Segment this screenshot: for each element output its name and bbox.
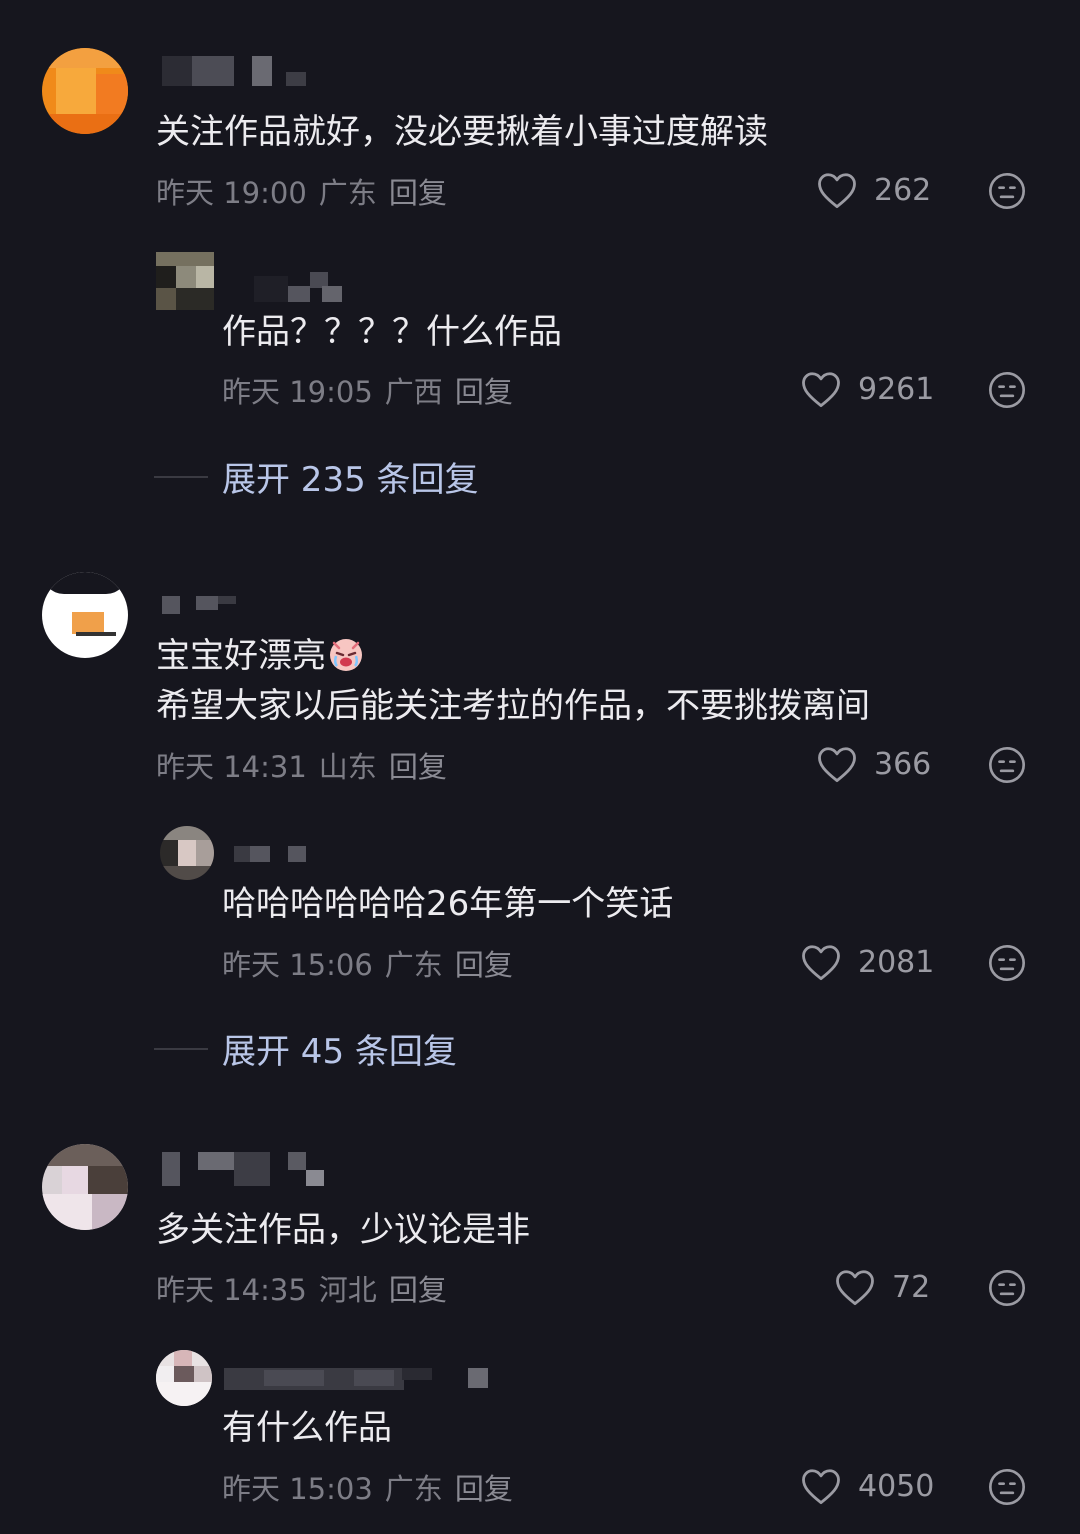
- like-button[interactable]: 2081: [800, 940, 934, 984]
- like-count: 2081: [858, 944, 935, 980]
- like-count: 4050: [858, 1468, 935, 1504]
- comment-text: 多关注作品，少议论是非: [156, 1210, 530, 1250]
- divider: [154, 1047, 208, 1050]
- reply-location: 广东: [384, 1472, 443, 1506]
- reply-avatar[interactable]: [156, 252, 214, 310]
- comment-text-line1: 宝宝好漂亮: [156, 636, 326, 676]
- comment-location: 山东: [318, 750, 377, 784]
- username-redacted[interactable]: [162, 56, 312, 92]
- avatar[interactable]: [42, 1144, 128, 1230]
- avatar[interactable]: [42, 48, 128, 134]
- reply-text: 作品？？？？什么作品: [222, 312, 562, 352]
- reply-text: 有什么作品: [222, 1408, 392, 1448]
- meh-face-icon[interactable]: [987, 1268, 1027, 1308]
- like-count: 262: [874, 172, 932, 208]
- reply-time: 昨天 19:05: [222, 375, 373, 409]
- like-count: 366: [874, 746, 932, 782]
- comment-time: 昨天 14:35: [156, 1273, 307, 1307]
- reply-time: 昨天 15:06: [222, 948, 373, 982]
- reply-meta: 昨天 15:03 广东 回复: [222, 1466, 525, 1508]
- like-button[interactable]: 4050: [800, 1464, 934, 1508]
- reply-button[interactable]: 回复: [455, 1472, 513, 1506]
- reply-time: 昨天 15:03: [222, 1472, 373, 1506]
- like-count: 72: [892, 1269, 931, 1305]
- reply-button[interactable]: 回复: [455, 948, 513, 982]
- reply-avatar[interactable]: [156, 1350, 212, 1406]
- divider: [154, 475, 208, 478]
- expand-replies-button[interactable]: 展开 235 条回复: [154, 452, 479, 501]
- reply-text: 哈哈哈哈哈哈26年第一个笑话: [222, 884, 674, 924]
- crying-face-emoji: [330, 639, 362, 671]
- avatar[interactable]: [42, 572, 128, 658]
- meh-face-icon[interactable]: [987, 943, 1027, 983]
- username-redacted[interactable]: [162, 590, 242, 626]
- heart-outline-icon: [818, 747, 856, 783]
- like-button[interactable]: 72: [834, 1265, 930, 1309]
- heart-outline-icon: [836, 1270, 874, 1306]
- reply-meta: 昨天 15:06 广东 回复: [222, 942, 525, 984]
- comment-meta: 昨天 14:31 山东 回复: [156, 744, 459, 786]
- reply-button[interactable]: 回复: [389, 176, 447, 210]
- meh-face-icon[interactable]: [987, 745, 1027, 785]
- reply-username-redacted[interactable]: [230, 840, 310, 876]
- comment-time: 昨天 19:00: [156, 176, 307, 210]
- reply-meta: 昨天 19:05 广西 回复: [222, 369, 525, 411]
- reply-username-redacted[interactable]: [224, 1366, 494, 1402]
- reply-location: 广西: [384, 375, 443, 409]
- expand-replies-label: 展开 235 条回复: [222, 460, 479, 500]
- like-count: 9261: [858, 371, 935, 407]
- reply-avatar[interactable]: [160, 826, 214, 880]
- heart-outline-icon: [802, 1469, 840, 1505]
- meh-face-icon[interactable]: [987, 370, 1027, 410]
- meh-face-icon[interactable]: [987, 171, 1027, 211]
- reply-button[interactable]: 回复: [389, 1273, 447, 1307]
- heart-outline-icon: [802, 372, 840, 408]
- heart-outline-icon: [802, 945, 840, 981]
- reply-button[interactable]: 回复: [455, 375, 513, 409]
- comment-text: 关注作品就好，没必要揪着小事过度解读: [156, 112, 768, 152]
- expand-replies-button[interactable]: 展开 45 条回复: [154, 1024, 457, 1073]
- reply-username-redacted[interactable]: [230, 268, 350, 304]
- comment-text: 宝宝好漂亮: [156, 630, 366, 682]
- heart-outline-icon: [818, 173, 856, 209]
- reply-location: 广东: [384, 948, 443, 982]
- comment-location: 广东: [318, 176, 377, 210]
- expand-replies-label: 展开 45 条回复: [222, 1032, 457, 1072]
- meh-face-icon[interactable]: [987, 1467, 1027, 1507]
- like-button[interactable]: 9261: [800, 367, 934, 411]
- username-redacted[interactable]: [162, 1152, 332, 1188]
- comment-time: 昨天 14:31: [156, 750, 307, 784]
- comment-location: 河北: [318, 1273, 377, 1307]
- comment-text-line2: 希望大家以后能关注考拉的作品，不要挑拨离间: [156, 686, 870, 726]
- comment-meta: 昨天 14:35 河北 回复: [156, 1267, 459, 1309]
- reply-button[interactable]: 回复: [389, 750, 447, 784]
- like-button[interactable]: 366: [816, 742, 931, 786]
- comment-meta: 昨天 19:00 广东 回复: [156, 170, 459, 212]
- like-button[interactable]: 262: [816, 168, 931, 212]
